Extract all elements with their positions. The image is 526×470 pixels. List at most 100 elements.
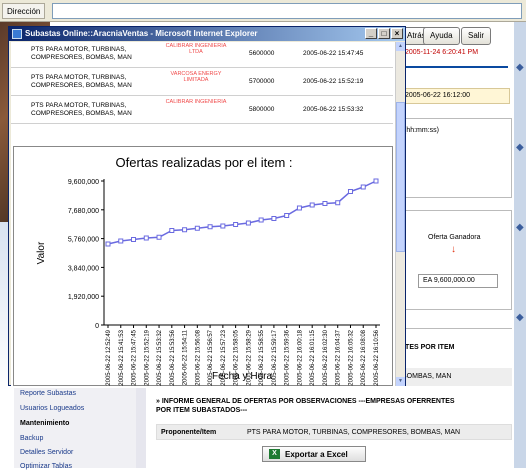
x-tick-label: 2005-06-22 15:54:11 <box>183 329 189 385</box>
x-tick-label: 2005-06-22 15:53:56 <box>170 329 176 385</box>
table-row: PTS PARA MOTOR, TURBINAS, COMPRESORES, B… <box>11 70 393 96</box>
menu-item-detalles-servidor[interactable]: Detalles Servidor <box>20 449 73 456</box>
menu-header-mantenimiento: Mantenimiento <box>20 420 70 427</box>
data-point <box>322 201 328 206</box>
closing-date: 2005-06-22 16:12:00 <box>400 88 510 104</box>
y-tick-label: 0 <box>95 323 99 330</box>
divider <box>400 328 512 329</box>
y-tick-label: 1,920,000 <box>68 294 99 301</box>
x-tick-label: 2005-06-22 15:41:53 <box>119 329 125 385</box>
bid-date: 2005-06-22 15:47:45 <box>303 50 364 57</box>
winning-panel <box>400 210 512 310</box>
x-axis-label: Fecha y Hora <box>212 371 272 382</box>
scroll-up-icon[interactable]: ▲ <box>396 42 405 51</box>
time-hint: (hh:mm:ss) <box>404 127 439 134</box>
bullet-icon: ◆ <box>516 222 524 233</box>
report-heading: » INFORME GENERAL DE OFERTAS POR OBSERVA… <box>156 398 455 414</box>
menu-item-optimizar-tablas[interactable]: Optimizar Tablas <box>20 463 72 470</box>
bullet-icon: ◆ <box>516 142 524 153</box>
bid-item: PTS PARA MOTOR, TURBINAS, COMPRESORES, B… <box>31 102 132 117</box>
bullet-icon: ◆ <box>516 62 524 73</box>
chart: Ofertas realizadas por el item : 9,600,0… <box>13 146 393 386</box>
address-input[interactable] <box>52 3 522 19</box>
x-tick-label: 2005-06-22 15:52:19 <box>144 329 150 385</box>
data-point <box>131 237 137 242</box>
menu-item-reporte-subastas[interactable]: Reporte Subastas <box>20 390 76 397</box>
data-point <box>347 189 353 194</box>
x-tick-label: 2005-06-22 15:53:32 <box>157 329 163 385</box>
minimize-button[interactable]: _ <box>365 28 377 39</box>
bid-date: 2005-06-22 15:52:19 <box>303 78 364 85</box>
data-point <box>118 238 124 244</box>
y-tick-label: 9,600,000 <box>68 179 99 186</box>
x-tick-label: 2005-06-22 15:47:45 <box>132 329 138 385</box>
menu-item-usuarios-logueados[interactable]: Usuarios Logueados <box>20 405 84 412</box>
x-tick-label: 2005-06-22 16:05:32 <box>348 329 354 385</box>
bid-date: 2005-06-22 15:53:32 <box>303 106 364 113</box>
table-row: PTS PARA MOTOR, TURBINAS, COMPRESORES, B… <box>11 42 393 68</box>
scroll-down-icon[interactable]: ▼ <box>396 377 405 386</box>
data-point <box>258 217 264 223</box>
proponent-label: Proponente/Item <box>161 429 217 436</box>
popup-titlebar[interactable]: Subastas Online::AracniaVentas - Microso… <box>9 27 405 41</box>
x-tick-label: 2005-06-22 16:01:15 <box>310 329 316 385</box>
exit-button[interactable]: Salir <box>461 27 492 45</box>
popup-title: Subastas Online::AracniaVentas - Microso… <box>25 29 258 38</box>
data-point <box>271 216 277 221</box>
data-point <box>284 213 290 218</box>
server-date: 2005-11-24 6:20:41 PM <box>405 49 479 56</box>
bid-amount: 5700000 <box>249 78 275 85</box>
close-button[interactable]: × <box>391 28 403 39</box>
maximize-button[interactable]: □ <box>378 28 390 39</box>
divider <box>398 66 508 68</box>
x-tick-label: 2005-06-22 16:00:18 <box>297 329 303 385</box>
y-tick-label: 7,680,000 <box>68 208 99 215</box>
scroll-thumb[interactable] <box>396 102 405 252</box>
data-point <box>360 184 366 190</box>
data-point <box>105 241 111 247</box>
chart-frame: Ofertas realizadas por el item : 9,600,0… <box>11 142 393 386</box>
data-point <box>207 224 213 230</box>
menu-divider <box>136 388 146 468</box>
export-label: Exportar a Excel <box>285 450 348 459</box>
winning-amount: EA 9,600,000.00 <box>418 274 498 288</box>
y-axis-label: Valor <box>36 241 47 264</box>
data-point <box>182 227 188 233</box>
vertical-scrollbar[interactable]: ▲ ▼ <box>395 42 405 386</box>
x-tick-label: 2005-06-22 15:59:36 <box>285 329 291 385</box>
y-tick-label: 5,760,000 <box>68 237 99 244</box>
bullet-icon: ◆ <box>516 312 524 323</box>
bid-item: PTS PARA MOTOR, TURBINAS, COMPRESORES, B… <box>31 46 132 61</box>
popup-content: PTS PARA MOTOR, TURBINAS, COMPRESORES, B… <box>11 42 405 386</box>
bid-item: PTS PARA MOTOR, TURBINAS, COMPRESORES, B… <box>31 74 132 89</box>
help-button[interactable]: Ayuda <box>423 27 460 45</box>
address-bar: Dirección <box>0 0 526 22</box>
data-point <box>143 235 149 241</box>
data-point <box>194 225 200 231</box>
section-title-fragment: RTES POR ITEM <box>400 344 455 351</box>
excel-icon: X <box>269 449 280 459</box>
bid-amount: 5600000 <box>249 50 275 57</box>
right-decor-bar: ◆ ◆ ◆ ◆ <box>514 22 526 468</box>
data-point <box>296 205 302 211</box>
y-tick-label: 3,840,000 <box>68 265 99 272</box>
bid-amount: 5800000 <box>249 106 275 113</box>
ie-icon <box>12 29 22 39</box>
x-tick-label: 2005-06-22 16:04:37 <box>336 329 342 385</box>
data-point <box>156 234 162 240</box>
x-tick-label: 2005-06-22 16:02:30 <box>323 329 329 385</box>
sidebar-menu: Reporte Subastas Usuarios Logueados Mant… <box>14 388 136 470</box>
item-row-fragment: BOMBAS, MAN <box>400 368 512 386</box>
data-point <box>233 222 239 227</box>
x-tick-label: 2005-06-22 16:08:08 <box>361 329 367 385</box>
data-point <box>373 178 379 184</box>
x-tick-label: 2005-06-22 15:59:17 <box>272 329 278 385</box>
data-point <box>245 220 251 226</box>
winning-offer-label: Oferta Ganadora <box>428 234 481 241</box>
arrow-down-icon: ↓ <box>451 244 456 255</box>
menu-item-backup[interactable]: Backup <box>20 435 43 442</box>
x-tick-label: 2005-06-22 15:56:08 <box>195 329 201 385</box>
bid-bidder: CALIBRAR INGENIERIA <box>165 99 227 105</box>
x-tick-label: 2005-06-22 16:10:56 <box>374 329 380 385</box>
export-excel-button[interactable]: X Exportar a Excel <box>262 446 366 462</box>
